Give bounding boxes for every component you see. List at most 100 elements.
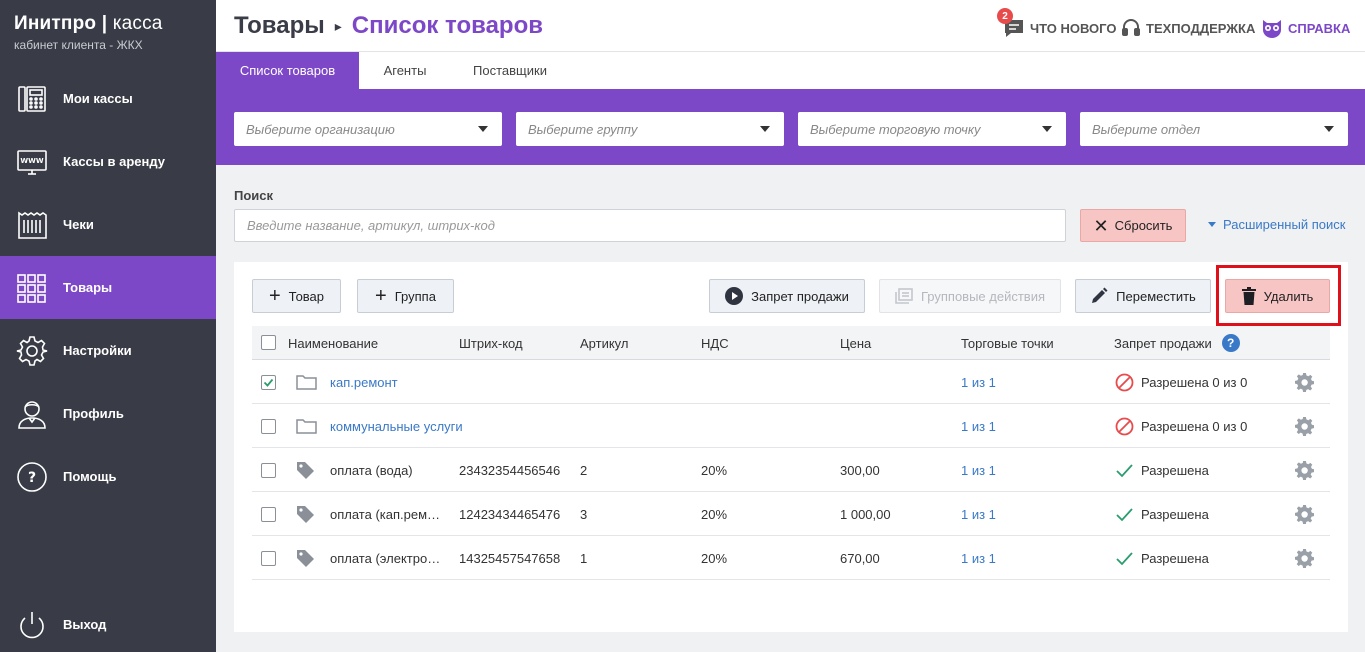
table-row[interactable]: коммунальные услуги 1 из 1 Разрешена 0 и… — [252, 404, 1330, 448]
group-actions-label: Групповые действия — [920, 288, 1046, 304]
row-gear-icon[interactable] — [1295, 360, 1315, 404]
group-actions-button[interactable]: Групповые действия — [879, 279, 1061, 313]
move-button[interactable]: Переместить — [1075, 279, 1211, 313]
row-checkbox[interactable] — [261, 419, 276, 434]
row-name[interactable]: кап.ремонт — [330, 360, 398, 404]
sidebar-item-profile[interactable]: Профиль — [0, 382, 216, 445]
add-product-button[interactable]: + Товар — [252, 279, 341, 313]
table-row[interactable]: кап.ремонт 1 из 1 Разрешена 0 из 0 — [252, 360, 1330, 404]
table-header: Наименование Штрих-код Артикул НДС Цена … — [252, 326, 1330, 360]
row-points[interactable]: 1 из 1 — [961, 360, 996, 404]
column-header-barcode[interactable]: Штрих-код — [459, 326, 523, 360]
sidebar-item-settings[interactable]: Настройки — [0, 319, 216, 382]
advanced-search-label: Расширенный поиск — [1223, 217, 1346, 232]
column-header-vat[interactable]: НДС — [701, 326, 729, 360]
tab-suppliers[interactable]: Поставщики — [451, 52, 569, 89]
advanced-search-link[interactable]: Расширенный поиск — [1208, 217, 1345, 232]
row-status: Разрешена 0 из 0 — [1141, 418, 1248, 434]
reset-label: Сбросить — [1114, 218, 1173, 233]
tag-icon — [296, 536, 315, 580]
support-label: ТЕХПОДДЕРЖКА — [1146, 20, 1256, 36]
row-points[interactable]: 1 из 1 — [961, 404, 996, 448]
breadcrumb-parent[interactable]: Товары — [234, 12, 325, 40]
row-name[interactable]: коммунальные услуги — [330, 404, 463, 448]
row-points[interactable]: 1 из 1 — [961, 492, 996, 536]
column-header-points[interactable]: Торговые точки — [961, 326, 1054, 360]
search-input[interactable]: Введите название, артикул, штрих-код — [234, 209, 1066, 242]
whats-new-link[interactable]: 2 ЧТО НОВОГО — [997, 8, 1116, 38]
logout-button[interactable]: Выход — [0, 593, 216, 652]
row-barcode: 14325457547658 — [459, 550, 561, 566]
tag-icon — [296, 492, 315, 536]
move-label: Переместить — [1116, 288, 1196, 304]
sidebar-item-rent-registers[interactable]: WWW Кассы в аренду — [0, 130, 216, 193]
department-select[interactable]: Выберите отдел — [1080, 112, 1348, 146]
column-header-name[interactable]: Наименование — [288, 326, 378, 360]
brand-subtitle: кабинет клиента - ЖКХ — [14, 38, 143, 52]
reset-button[interactable]: ✕ Сбросить — [1080, 209, 1186, 242]
add-group-button[interactable]: + Группа — [357, 279, 454, 313]
notification-badge: 2 — [997, 8, 1013, 24]
department-select-label: Выберите отдел — [1092, 121, 1201, 137]
receipt-icon — [16, 208, 48, 242]
search-placeholder: Введите название, артикул, штрих-код — [247, 218, 495, 233]
row-gear-icon[interactable] — [1295, 448, 1315, 492]
row-checkbox[interactable] — [261, 551, 276, 566]
check-icon — [1115, 448, 1134, 492]
row-name[interactable]: оплата (вода) — [330, 448, 413, 492]
row-name[interactable]: оплата (кап.рем… — [330, 492, 440, 536]
help-link[interactable]: СПРАВКА — [1261, 18, 1350, 38]
sidebar: Инитпро | касса кабинет клиента - ЖКХ Мо… — [0, 0, 216, 652]
row-vat: 20% — [701, 506, 728, 522]
caret-down-icon — [1042, 126, 1052, 132]
sidebar-item-receipts[interactable]: Чеки — [0, 193, 216, 256]
add-product-label: Товар — [288, 288, 325, 304]
headset-icon — [1121, 18, 1146, 38]
table-row[interactable]: оплата (электро… 14325457547658 1 20% 67… — [252, 536, 1330, 580]
tab-product-list[interactable]: Список товаров — [216, 52, 359, 89]
ban-sale-button[interactable]: Запрет продажи — [709, 279, 865, 313]
row-gear-icon[interactable] — [1295, 492, 1315, 536]
row-checkbox[interactable] — [261, 375, 276, 390]
row-points[interactable]: 1 из 1 — [961, 448, 996, 492]
row-gear-icon[interactable] — [1295, 404, 1315, 448]
table-row[interactable]: оплата (кап.рем… 12423434465476 3 20% 1 … — [252, 492, 1330, 536]
svg-text:?: ? — [28, 470, 36, 486]
sidebar-item-my-registers[interactable]: Мои кассы — [0, 67, 216, 130]
row-article: 1 — [580, 550, 588, 566]
play-circle-icon — [725, 287, 744, 305]
sidebar-item-products[interactable]: Товары — [0, 256, 216, 319]
support-link[interactable]: ТЕХПОДДЕРЖКА — [1121, 18, 1255, 38]
sidebar-item-label: Чеки — [63, 217, 94, 232]
question-icon: ? — [16, 460, 48, 494]
row-name[interactable]: оплата (электро… — [330, 536, 440, 580]
www-monitor-icon: WWW — [16, 145, 48, 179]
row-checkbox[interactable] — [261, 507, 276, 522]
group-select[interactable]: Выберите группу — [516, 112, 784, 146]
column-header-article[interactable]: Артикул — [580, 326, 628, 360]
brand: Инитпро | касса кабинет клиента - ЖКХ — [14, 13, 163, 52]
select-all-checkbox[interactable] — [261, 335, 276, 350]
point-select[interactable]: Выберите торговую точку — [798, 112, 1066, 146]
folder-icon — [296, 360, 317, 404]
sidebar-item-label: Настройки — [63, 343, 132, 358]
plus-icon: + — [268, 285, 281, 307]
row-article: 3 — [580, 506, 588, 522]
sidebar-item-label: Помощь — [63, 469, 117, 484]
question-icon[interactable]: ? — [1221, 334, 1240, 352]
caret-down-icon — [1324, 126, 1334, 132]
row-checkbox[interactable] — [261, 463, 276, 478]
organization-select[interactable]: Выберите организацию — [234, 112, 502, 146]
delete-highlight-frame — [1216, 265, 1341, 326]
column-header-ban[interactable]: Запрет продажи? — [1114, 326, 1240, 360]
row-points[interactable]: 1 из 1 — [961, 536, 996, 580]
row-gear-icon[interactable] — [1295, 536, 1315, 580]
sidebar-item-help[interactable]: ? Помощь — [0, 445, 216, 508]
ban-sale-label: Запрет продажи — [751, 288, 849, 304]
owl-icon — [1261, 18, 1288, 38]
column-header-price[interactable]: Цена — [840, 326, 871, 360]
table-row[interactable]: оплата (вода) 23432354456546 2 20% 300,0… — [252, 448, 1330, 492]
tab-agents[interactable]: Агенты — [359, 52, 451, 89]
row-status: Разрешена — [1141, 462, 1209, 478]
list-icon — [895, 288, 913, 304]
